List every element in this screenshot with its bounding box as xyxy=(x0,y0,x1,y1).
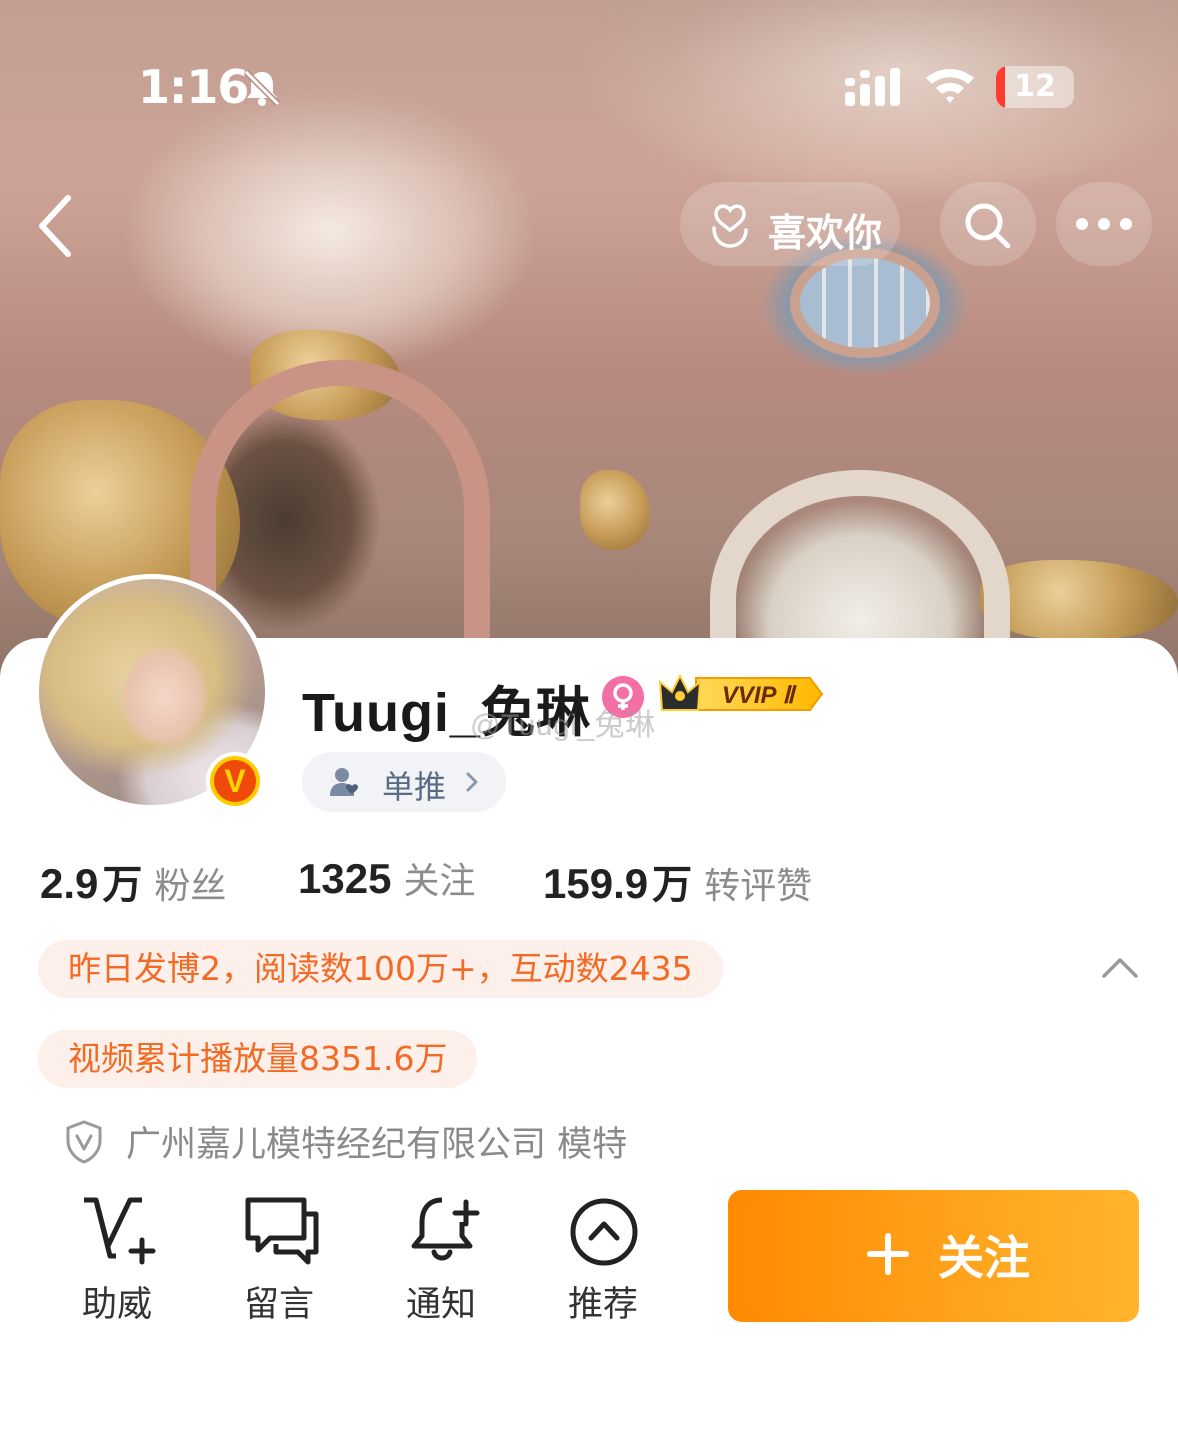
back-chevron-icon[interactable] xyxy=(28,188,88,264)
engagement-unit: 万 xyxy=(652,862,693,908)
tag-pill-button[interactable]: 单推 xyxy=(302,752,506,812)
search-icon xyxy=(965,203,1011,249)
bell-plus-icon xyxy=(411,1197,480,1261)
like-you-button[interactable]: 喜欢你 xyxy=(680,182,900,266)
cheer-label: 助威 xyxy=(81,1285,152,1325)
cheer-button[interactable]: 助威 xyxy=(62,1194,172,1325)
stat-following[interactable]: 1325 关注 xyxy=(298,852,475,904)
followers-count: 2.9 xyxy=(40,860,99,907)
v-plus-icon xyxy=(84,1197,156,1265)
follow-button[interactable]: 关注 xyxy=(728,1190,1139,1322)
plus-icon xyxy=(867,1233,909,1275)
yesterday-stats-pill[interactable]: 昨日发博2，阅读数100万+，互动数2435 xyxy=(38,940,723,998)
verified-letter: V xyxy=(214,760,256,802)
message-button[interactable]: 留言 xyxy=(224,1194,334,1325)
followers-unit: 万 xyxy=(102,862,143,908)
video-plays-pill[interactable]: 视频累计播放量8351.6万 xyxy=(38,1030,478,1088)
search-button[interactable] xyxy=(940,182,1036,266)
engagement-label: 转评赞 xyxy=(704,866,813,907)
notify-button[interactable]: 通知 xyxy=(386,1194,496,1325)
chat-bubbles-icon xyxy=(245,1197,319,1265)
crown-icon xyxy=(658,673,702,711)
notify-label: 通知 xyxy=(405,1285,476,1325)
chevron-up-icon[interactable] xyxy=(1098,952,1142,984)
status-time: 1:16 xyxy=(138,60,249,114)
wifi-icon xyxy=(926,69,974,103)
certification-row[interactable]: 广州嘉儿模特经纪有限公司 模特 xyxy=(64,1116,627,1167)
more-options-button[interactable] xyxy=(1056,182,1152,266)
message-label: 留言 xyxy=(243,1285,314,1325)
bell-muted-icon xyxy=(243,69,281,107)
certification-text: 广州嘉儿模特经纪有限公司 模特 xyxy=(126,1125,628,1165)
battery-level-text: 12 xyxy=(1014,69,1056,104)
watermark: @Tuugi_兔琳 xyxy=(470,709,656,742)
chevron-right-icon xyxy=(466,772,478,792)
chevron-up-circle-icon xyxy=(570,1198,638,1266)
person-tag-icon xyxy=(330,768,358,796)
recommend-label: 推荐 xyxy=(567,1285,638,1325)
stat-followers[interactable]: 2.9 万 粉丝 xyxy=(40,852,226,910)
tag-label: 单推 xyxy=(382,768,447,806)
verified-v-badge[interactable]: V xyxy=(206,752,264,810)
stat-engagement[interactable]: 159.9 万 转评赞 xyxy=(543,852,812,910)
recommend-button[interactable]: 推荐 xyxy=(548,1194,658,1325)
shield-v-icon xyxy=(66,1119,102,1164)
battery-indicator: 12 xyxy=(996,66,1074,108)
vip-label: VVIP Ⅱ xyxy=(722,682,797,709)
cellular-signal-icon xyxy=(845,68,900,106)
following-count: 1325 xyxy=(298,855,392,902)
follow-label: 关注 xyxy=(938,1232,1030,1284)
like-you-label: 喜欢你 xyxy=(768,211,883,255)
vip-badge[interactable]: VVIP Ⅱ xyxy=(658,672,824,716)
heart-hand-icon xyxy=(712,204,748,248)
followers-label: 粉丝 xyxy=(154,866,227,907)
more-dots-icon xyxy=(1076,218,1132,230)
following-label: 关注 xyxy=(403,861,476,902)
engagement-count: 159.9 xyxy=(543,860,649,907)
